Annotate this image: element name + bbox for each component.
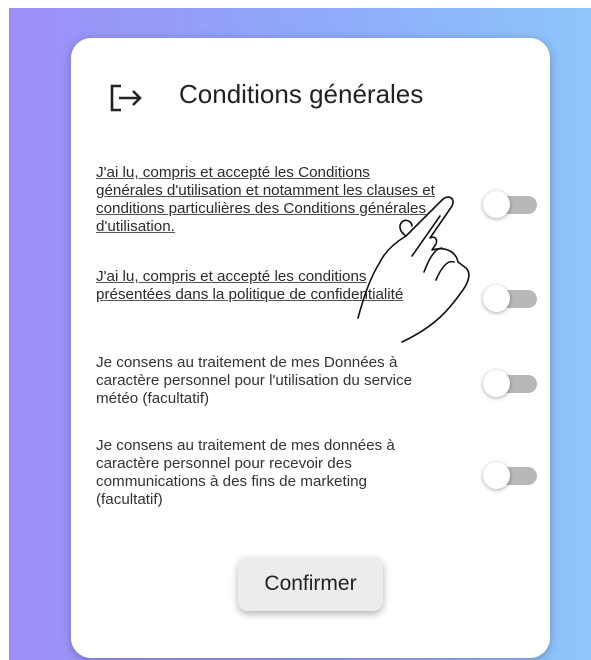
weather-toggle[interactable] [483,370,539,398]
terms-card: Conditions générales J'ai lu, compris et… [71,38,550,658]
toggle-thumb [483,370,510,397]
weather-consent-label: Je consens au traitement de mes Données … [96,354,413,407]
marketing-consent-label: Je consens au traitement de mes données … [96,437,395,508]
confirm-button[interactable]: Confirmer [238,557,383,611]
page-title: Conditions générales [179,79,424,109]
logout-icon[interactable] [109,83,143,113]
consent-row-marketing: Je consens au traitement de mes données … [96,437,537,509]
toggle-thumb [483,191,510,218]
card-header: Conditions générales [71,38,550,158]
toggle-thumb [483,462,510,489]
toggle-thumb [483,285,510,312]
privacy-toggle[interactable] [483,285,539,313]
marketing-toggle[interactable] [483,462,539,490]
terms-toggle[interactable] [483,191,539,219]
consent-row-weather: Je consens au traitement de mes Données … [96,354,537,408]
background-frame: Conditions générales J'ai lu, compris et… [9,8,591,660]
tap-hand-icon [357,196,470,343]
